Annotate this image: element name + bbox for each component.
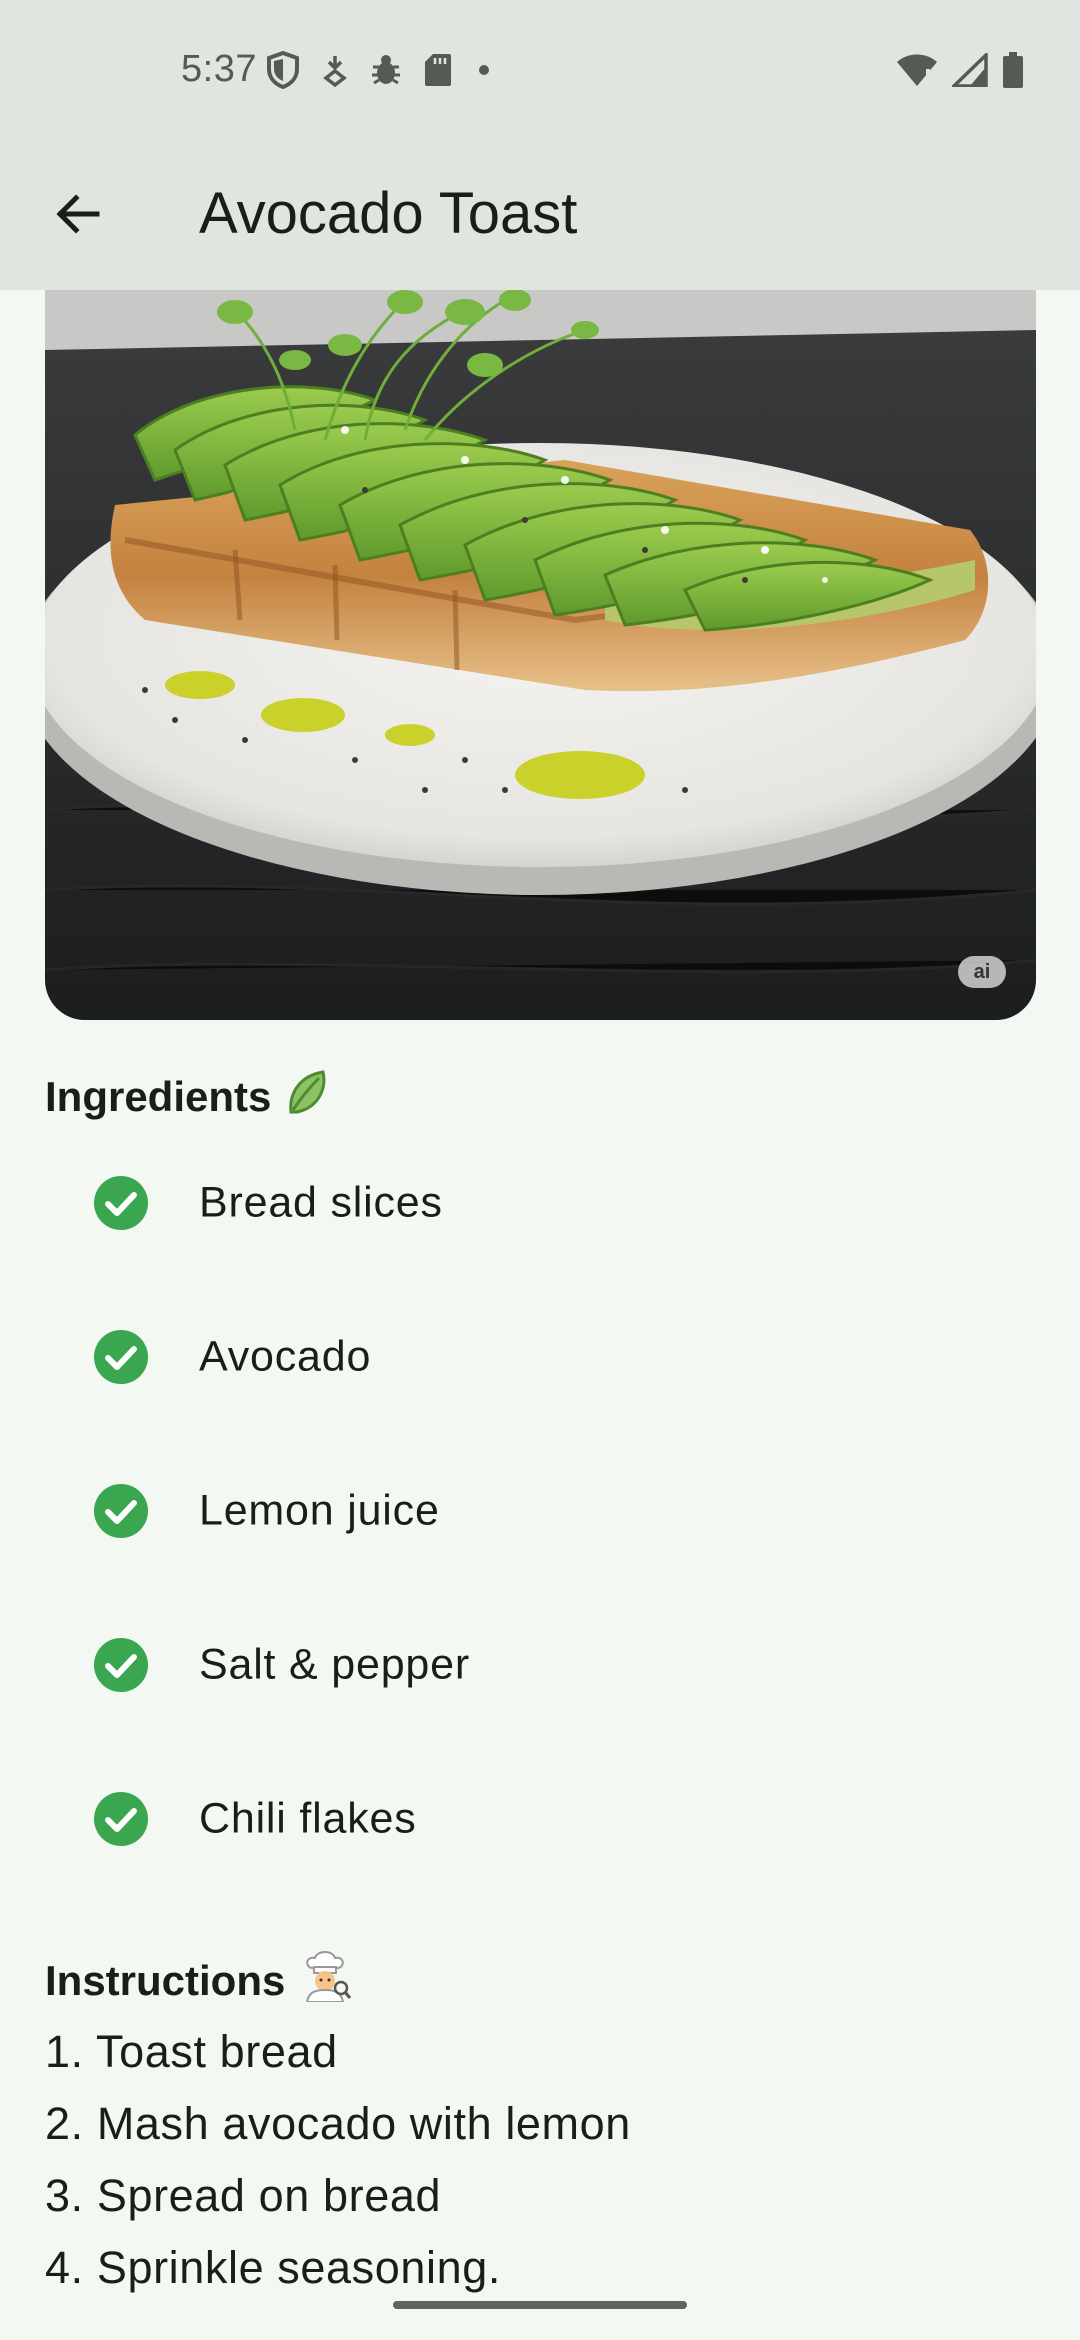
cook-icon bbox=[299, 1950, 352, 2012]
instructions-heading: Instructions bbox=[45, 1950, 352, 2012]
arrow-back-icon bbox=[53, 189, 103, 244]
battery-icon bbox=[1002, 51, 1024, 89]
instruction-step: 4. Sprinkle seasoning. bbox=[45, 2242, 501, 2293]
ingredient-item[interactable]: Lemon juice bbox=[0, 1434, 1080, 1588]
ingredient-label: Avocado bbox=[199, 1332, 372, 1381]
instruction-step: 1. Toast bread bbox=[45, 2026, 338, 2077]
bug-icon bbox=[370, 53, 402, 87]
leafy-green-icon bbox=[285, 1068, 329, 1126]
status-icons-left bbox=[266, 50, 494, 90]
instruction-step: 3. Spread on bread bbox=[45, 2170, 442, 2221]
check-circle-icon bbox=[93, 1637, 149, 1693]
ai-badge: ai bbox=[958, 956, 1006, 988]
page-title: Avocado Toast bbox=[199, 181, 578, 246]
check-circle-icon bbox=[93, 1175, 149, 1231]
ingredient-label: Bread slices bbox=[199, 1178, 443, 1227]
instructions-heading-text: Instructions bbox=[45, 1957, 286, 2004]
status-time: 5:37 bbox=[181, 48, 257, 90]
check-circle-icon bbox=[93, 1329, 149, 1385]
app-bar: Avocado Toast bbox=[0, 142, 1080, 290]
dot-icon bbox=[474, 60, 494, 80]
status-bar: 5:37 bbox=[0, 0, 1080, 142]
ingredient-item[interactable]: Avocado bbox=[0, 1280, 1080, 1434]
status-icons-right bbox=[896, 50, 1024, 90]
ingredient-label: Chili flakes bbox=[199, 1794, 417, 1843]
shield-icon bbox=[266, 51, 300, 89]
ingredients-heading: Ingredients bbox=[45, 1068, 329, 1126]
recipe-image: ai bbox=[45, 290, 1036, 1020]
instructions-list: 1. Toast bread 2. Mash avocado with lemo… bbox=[45, 2016, 631, 2304]
ingredient-item[interactable]: Chili flakes bbox=[0, 1742, 1080, 1896]
avocado-toast-photo bbox=[45, 290, 1036, 1020]
wifi-icon bbox=[896, 53, 938, 87]
cell-signal-icon bbox=[952, 53, 988, 87]
gesture-nav-handle[interactable] bbox=[393, 2301, 687, 2309]
sd-card-icon bbox=[424, 53, 452, 87]
check-circle-icon bbox=[93, 1791, 149, 1847]
download-arrow-icon bbox=[322, 53, 348, 87]
ingredient-item[interactable]: Salt & pepper bbox=[0, 1588, 1080, 1742]
back-button[interactable] bbox=[40, 178, 116, 254]
ingredient-item[interactable]: Bread slices bbox=[0, 1126, 1080, 1280]
ingredient-label: Lemon juice bbox=[199, 1486, 440, 1535]
check-circle-icon bbox=[93, 1483, 149, 1539]
instruction-step: 2. Mash avocado with lemon bbox=[45, 2098, 631, 2149]
ingredients-heading-text: Ingredients bbox=[45, 1073, 272, 1120]
ingredient-label: Salt & pepper bbox=[199, 1640, 470, 1689]
